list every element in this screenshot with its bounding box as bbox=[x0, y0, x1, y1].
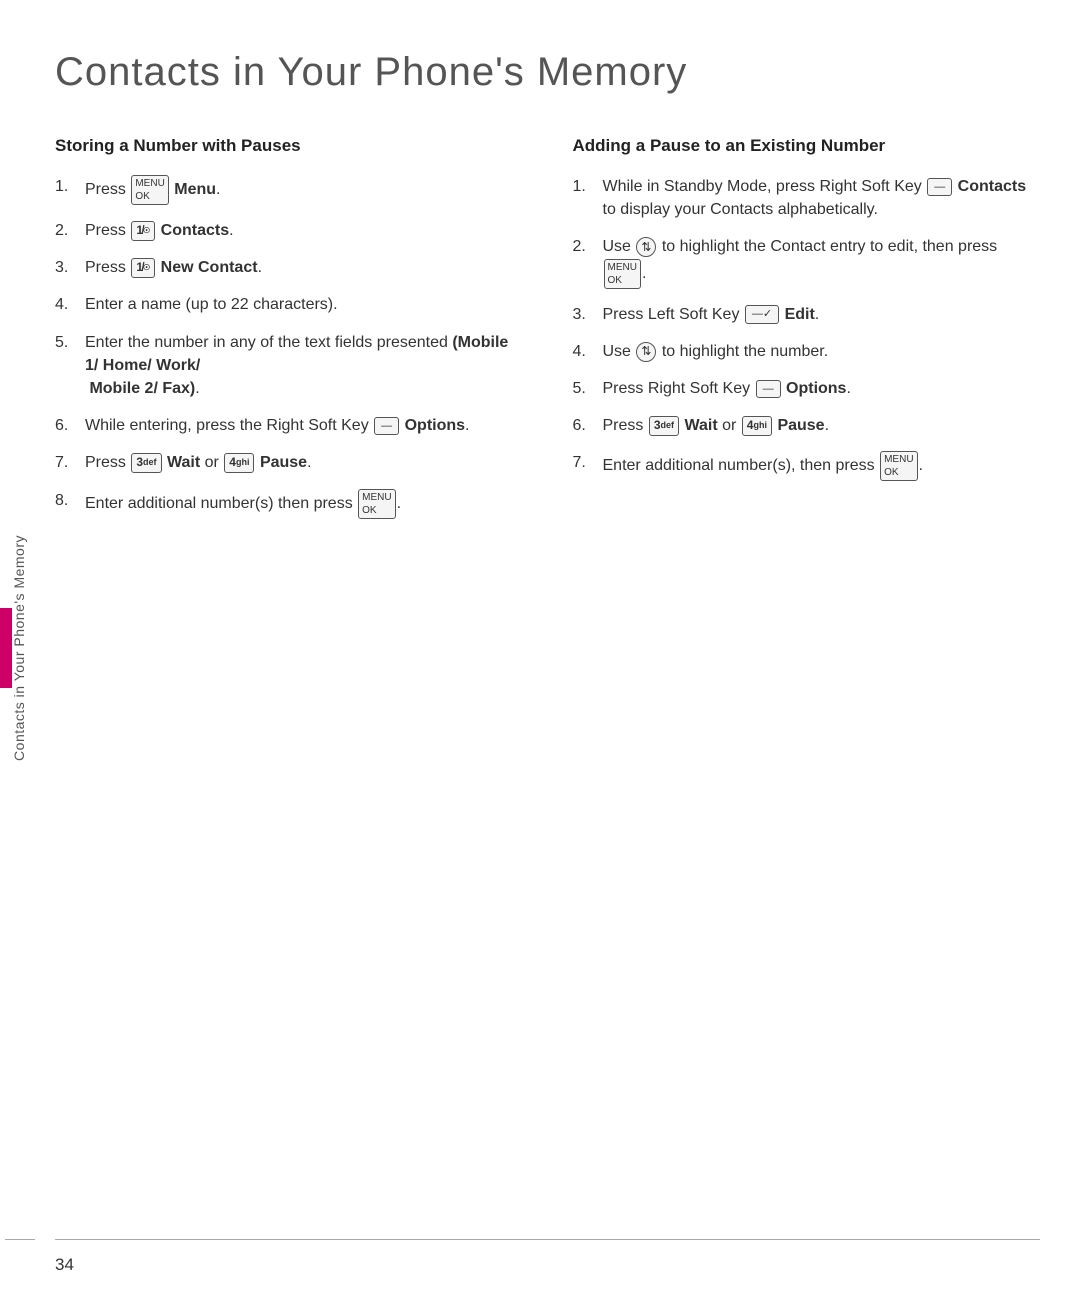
page-container: Contacts in Your Phone's Memory Contacts… bbox=[0, 0, 1080, 1295]
list-item: 7. Press 3 def Wait or 4 ghi Pause. bbox=[55, 451, 523, 474]
nav-icon: ⇅ bbox=[636, 237, 656, 257]
menu-label: Menu bbox=[174, 181, 216, 198]
key-1-icon: 1̸☉ bbox=[131, 221, 155, 241]
page-divider bbox=[55, 1239, 1040, 1240]
options-label-2: Options bbox=[786, 380, 846, 397]
list-text: While in Standby Mode, press Right Soft … bbox=[603, 175, 1041, 221]
list-text: Use ⇅ to highlight the number. bbox=[603, 340, 1041, 363]
menu-ok-icon-3: MENUOK bbox=[604, 259, 641, 289]
column-left: Storing a Number with Pauses 1. Press ME… bbox=[55, 135, 523, 533]
key-4ghi-icon: 4 ghi bbox=[224, 453, 254, 473]
pause-label: Pause bbox=[260, 454, 307, 471]
side-divider bbox=[5, 1239, 35, 1240]
menu-ok-icon-2: MENUOK bbox=[358, 489, 395, 519]
list-number: 7. bbox=[55, 451, 77, 474]
wait-label-2: Wait bbox=[684, 417, 717, 434]
column-right: Adding a Pause to an Existing Number 1. … bbox=[573, 135, 1041, 495]
key-4ghi-icon-2: 4 ghi bbox=[742, 416, 772, 436]
new-contact-label: New Contact bbox=[161, 259, 258, 276]
list-text: Press Left Soft Key —✓ Edit. bbox=[603, 303, 1041, 326]
list-text: Use ⇅ to highlight the Contact entry to … bbox=[603, 235, 1041, 288]
list-item: 5. Press Right Soft Key — Options. bbox=[573, 377, 1041, 400]
list-number: 1. bbox=[55, 175, 77, 198]
list-item: 7. Enter additional number(s), then pres… bbox=[573, 451, 1041, 481]
columns: Storing a Number with Pauses 1. Press ME… bbox=[55, 135, 1040, 533]
main-content: Contacts in Your Phone's Memory Storing … bbox=[55, 40, 1040, 1235]
list-item: 3. Press Left Soft Key —✓ Edit. bbox=[573, 303, 1041, 326]
list-text: Press 3 def Wait or 4 ghi Pause. bbox=[603, 414, 1041, 437]
right-soft-key-icon: — bbox=[374, 417, 399, 435]
list-number: 6. bbox=[55, 414, 77, 437]
list-number: 8. bbox=[55, 489, 77, 512]
list-item: 3. Press 1̸☉ New Contact. bbox=[55, 256, 523, 279]
list-number: 3. bbox=[55, 256, 77, 279]
right-soft-key-icon-3: — bbox=[756, 380, 781, 398]
list-item: 2. Use ⇅ to highlight the Contact entry … bbox=[573, 235, 1041, 288]
list-text: Enter additional number(s) then press ME… bbox=[85, 489, 523, 519]
options-label: Options bbox=[405, 417, 465, 434]
list-number: 7. bbox=[573, 451, 595, 474]
list-item: 4. Enter a name (up to 22 characters). bbox=[55, 293, 523, 316]
page-title: Contacts in Your Phone's Memory bbox=[55, 40, 1040, 95]
menu-ok-icon-4: MENUOK bbox=[880, 451, 917, 481]
list-text: Press MENUOK Menu. bbox=[85, 175, 523, 205]
list-number: 6. bbox=[573, 414, 595, 437]
right-section-heading: Adding a Pause to an Existing Number bbox=[573, 135, 1041, 157]
field-types-label: (Mobile 1/ Home/ Work/ Mobile 2/ Fax) bbox=[85, 334, 508, 397]
list-number: 5. bbox=[55, 331, 77, 354]
list-item: 5. Enter the number in any of the text f… bbox=[55, 331, 523, 401]
list-number: 2. bbox=[573, 235, 595, 258]
list-text: Press 3 def Wait or 4 ghi Pause. bbox=[85, 451, 523, 474]
menu-ok-icon: MENUOK bbox=[131, 175, 168, 205]
pause-label-2: Pause bbox=[777, 417, 824, 434]
left-section-heading: Storing a Number with Pauses bbox=[55, 135, 523, 157]
list-number: 5. bbox=[573, 377, 595, 400]
list-number: 2. bbox=[55, 219, 77, 242]
list-text: Enter additional number(s), then press M… bbox=[603, 451, 1041, 481]
list-item: 2. Press 1̸☉ Contacts. bbox=[55, 219, 523, 242]
side-tab: Contacts in Your Phone's Memory bbox=[0, 0, 38, 1295]
list-item: 1. While in Standby Mode, press Right So… bbox=[573, 175, 1041, 221]
edit-label: Edit bbox=[785, 306, 815, 323]
list-text: Press 1̸☉ New Contact. bbox=[85, 256, 523, 279]
side-tab-label: Contacts in Your Phone's Memory bbox=[11, 535, 27, 761]
list-item: 6. Press 3 def Wait or 4 ghi Pause. bbox=[573, 414, 1041, 437]
list-item: 6. While entering, press the Right Soft … bbox=[55, 414, 523, 437]
list-number: 4. bbox=[55, 293, 77, 316]
list-text: Enter the number in any of the text fiel… bbox=[85, 331, 523, 401]
key-3def-icon-2: 3 def bbox=[649, 416, 679, 436]
list-item: 4. Use ⇅ to highlight the number. bbox=[573, 340, 1041, 363]
nav-icon-2: ⇅ bbox=[636, 342, 656, 362]
list-item: 8. Enter additional number(s) then press… bbox=[55, 489, 523, 519]
list-text: Press Right Soft Key — Options. bbox=[603, 377, 1041, 400]
left-soft-key-icon: —✓ bbox=[745, 305, 779, 323]
contacts-label-2: Contacts bbox=[958, 178, 1026, 195]
right-soft-key-icon-2: — bbox=[927, 178, 952, 196]
list-number: 4. bbox=[573, 340, 595, 363]
wait-label: Wait bbox=[167, 454, 200, 471]
list-text: Press 1̸☉ Contacts. bbox=[85, 219, 523, 242]
list-text: Enter a name (up to 22 characters). bbox=[85, 293, 523, 316]
list-text: While entering, press the Right Soft Key… bbox=[85, 414, 523, 437]
page-number: 34 bbox=[55, 1255, 74, 1275]
list-item: 1. Press MENUOK Menu. bbox=[55, 175, 523, 205]
key-1b-icon: 1̸☉ bbox=[131, 258, 155, 278]
key-3def-icon: 3 def bbox=[131, 453, 161, 473]
list-number: 1. bbox=[573, 175, 595, 198]
list-number: 3. bbox=[573, 303, 595, 326]
contacts-label: Contacts bbox=[161, 222, 229, 239]
